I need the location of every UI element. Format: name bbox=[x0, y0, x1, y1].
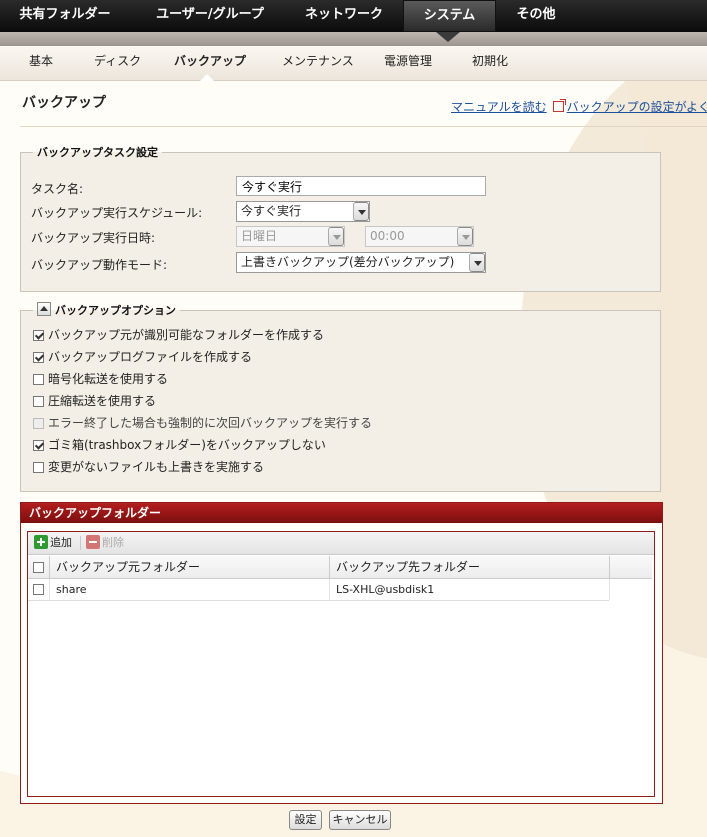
day-value: 日曜日 bbox=[241, 229, 278, 243]
chevron-down-icon bbox=[457, 227, 473, 246]
topnav-users-groups[interactable]: ユーザー/グループ bbox=[140, 0, 280, 32]
checkbox-checked-icon[interactable] bbox=[33, 330, 44, 341]
column-header-destination[interactable]: バックアップ先フォルダー bbox=[330, 556, 610, 578]
sub-navigation: 基本 ディスク バックアップ メンテナンス 電源管理 初期化 bbox=[0, 46, 707, 81]
mode-value: 上書きバックアップ(差分バックアップ) bbox=[241, 255, 455, 269]
option-label: 圧縮転送を使用する bbox=[48, 394, 157, 408]
task-name-input[interactable] bbox=[236, 176, 486, 196]
add-folder-button[interactable]: 追加 bbox=[34, 532, 72, 554]
active-tab-notch bbox=[436, 32, 460, 42]
checkbox-icon[interactable] bbox=[33, 396, 44, 407]
backup-options-group: バックアップオプション バックアップ元が識別可能なフォルダーを作成する バックア… bbox=[20, 302, 661, 492]
plus-icon bbox=[34, 535, 48, 549]
subnav-initialize[interactable]: 初期化 bbox=[472, 46, 508, 76]
backup-folders-panel: バックアップフォルダー 追加 削除 バックアップ元フォルダー バックアップ先フォ… bbox=[20, 502, 663, 804]
mode-label: バックアップ動作モード: bbox=[31, 258, 168, 272]
checkbox-icon[interactable] bbox=[33, 374, 44, 385]
backup-folders-title: バックアップフォルダー bbox=[21, 503, 662, 523]
topnav-system[interactable]: システム bbox=[403, 0, 496, 32]
top-navigation: 共有フォルダー ユーザー/グループ ネットワーク システム その他 bbox=[0, 0, 707, 32]
option-label: エラー終了した場合も強制的に次回バックアップを実行する bbox=[48, 416, 373, 430]
subnav-backup[interactable]: バックアップ bbox=[174, 46, 246, 76]
option-label: ゴミ箱(trashboxフォルダー)をバックアップしない bbox=[48, 438, 326, 452]
backup-options-legend: バックアップオプション bbox=[33, 302, 180, 318]
mode-select[interactable]: 上書きバックアップ(差分バックアップ) bbox=[236, 252, 486, 273]
cancel-button[interactable]: キャンセル bbox=[329, 810, 391, 830]
table-row[interactable]: share LS-XHL@usbdisk1 bbox=[28, 579, 610, 601]
option-label: 暗号化転送を使用する bbox=[48, 372, 169, 386]
option-label: バックアップ元が識別可能なフォルダーを作成する bbox=[48, 328, 325, 342]
schedule-value: 今すぐ実行 bbox=[241, 204, 302, 218]
time-select[interactable]: 00:00 bbox=[365, 226, 474, 247]
checkbox-checked-icon[interactable] bbox=[33, 352, 44, 363]
manual-link[interactable]: マニュアルを読む bbox=[451, 100, 547, 114]
option-overwrite-unchanged[interactable]: 変更がないファイルも上書きを実施する bbox=[33, 458, 264, 476]
option-compressed-transfer[interactable]: 圧縮転送を使用する bbox=[33, 392, 156, 410]
add-label: 追加 bbox=[50, 536, 72, 549]
grid-header: バックアップ元フォルダー バックアップ先フォルダー bbox=[28, 556, 652, 579]
option-skip-trashbox[interactable]: ゴミ箱(trashboxフォルダー)をバックアップしない bbox=[33, 436, 326, 454]
chevron-down-icon bbox=[328, 227, 344, 246]
option-identifiable-folder[interactable]: バックアップ元が識別可能なフォルダーを作成する bbox=[33, 326, 324, 344]
subnav-basic[interactable]: 基本 bbox=[29, 46, 53, 76]
option-force-next-backup[interactable]: エラー終了した場合も強制的に次回バックアップを実行する bbox=[33, 414, 372, 432]
row-checkbox[interactable] bbox=[33, 584, 44, 595]
backup-faq-link[interactable]: バックアップの設定がよくわか bbox=[567, 100, 707, 114]
schedule-label: バックアップ実行スケジュール: bbox=[31, 206, 203, 220]
row-destination-folder: LS-XHL@usbdisk1 bbox=[330, 579, 610, 600]
subnav-active-caret bbox=[200, 74, 214, 81]
task-name-label: タスク名: bbox=[31, 182, 84, 196]
task-settings-legend: バックアップタスク設定 bbox=[37, 146, 158, 159]
schedule-select[interactable]: 今すぐ実行 bbox=[236, 201, 370, 222]
page-title: バックアップ bbox=[22, 95, 106, 111]
external-link-icon bbox=[552, 99, 566, 112]
chevron-down-icon bbox=[353, 202, 369, 221]
chevron-down-icon bbox=[469, 253, 485, 272]
toolbar-divider bbox=[80, 536, 81, 550]
subnav-power[interactable]: 電源管理 bbox=[384, 46, 432, 76]
delete-label: 削除 bbox=[102, 536, 124, 549]
main-content: バックアップ マニュアルを読む バックアップの設定がよくわか バックアップタスク設… bbox=[0, 80, 707, 837]
minus-icon bbox=[86, 535, 100, 549]
help-links: マニュアルを読む バックアップの設定がよくわか bbox=[451, 98, 707, 115]
option-log-file[interactable]: バックアップログファイルを作成する bbox=[33, 348, 252, 366]
checkbox-icon[interactable] bbox=[33, 462, 44, 473]
grid-toolbar: 追加 削除 bbox=[28, 532, 654, 555]
task-settings-group: バックアップタスク設定 タスク名: バックアップ実行スケジュール: 今すぐ実行 … bbox=[20, 144, 661, 292]
time-value: 00:00 bbox=[370, 229, 405, 243]
topnav-network[interactable]: ネットワーク bbox=[298, 0, 390, 32]
select-all-cell bbox=[28, 556, 50, 578]
collapse-toggle-icon[interactable] bbox=[37, 302, 51, 316]
title-divider bbox=[20, 126, 707, 127]
day-select[interactable]: 日曜日 bbox=[236, 226, 345, 247]
topnav-other[interactable]: その他 bbox=[505, 0, 567, 32]
column-header-source[interactable]: バックアップ元フォルダー bbox=[50, 556, 330, 578]
datetime-label: バックアップ実行日時: bbox=[31, 231, 156, 245]
row-source-folder: share bbox=[50, 579, 330, 600]
subnav-maintenance[interactable]: メンテナンス bbox=[282, 46, 354, 76]
option-encrypted-transfer[interactable]: 暗号化転送を使用する bbox=[33, 370, 168, 388]
subnav-strip bbox=[0, 32, 707, 46]
option-label: 変更がないファイルも上書きを実施する bbox=[48, 460, 265, 474]
backup-options-title: バックアップオプション bbox=[55, 304, 176, 317]
select-all-checkbox[interactable] bbox=[33, 562, 44, 573]
topnav-shared-folders[interactable]: 共有フォルダー bbox=[10, 0, 120, 32]
row-select-cell bbox=[28, 579, 50, 600]
option-label: バックアップログファイルを作成する bbox=[48, 350, 253, 364]
subnav-disk[interactable]: ディスク bbox=[94, 46, 141, 76]
save-button[interactable]: 設定 bbox=[289, 810, 322, 830]
backup-folders-grid: 追加 削除 バックアップ元フォルダー バックアップ先フォルダー share LS… bbox=[27, 531, 655, 797]
delete-folder-button[interactable]: 削除 bbox=[86, 532, 124, 554]
checkbox-checked-icon[interactable] bbox=[33, 440, 44, 451]
checkbox-disabled-icon[interactable] bbox=[33, 418, 44, 429]
